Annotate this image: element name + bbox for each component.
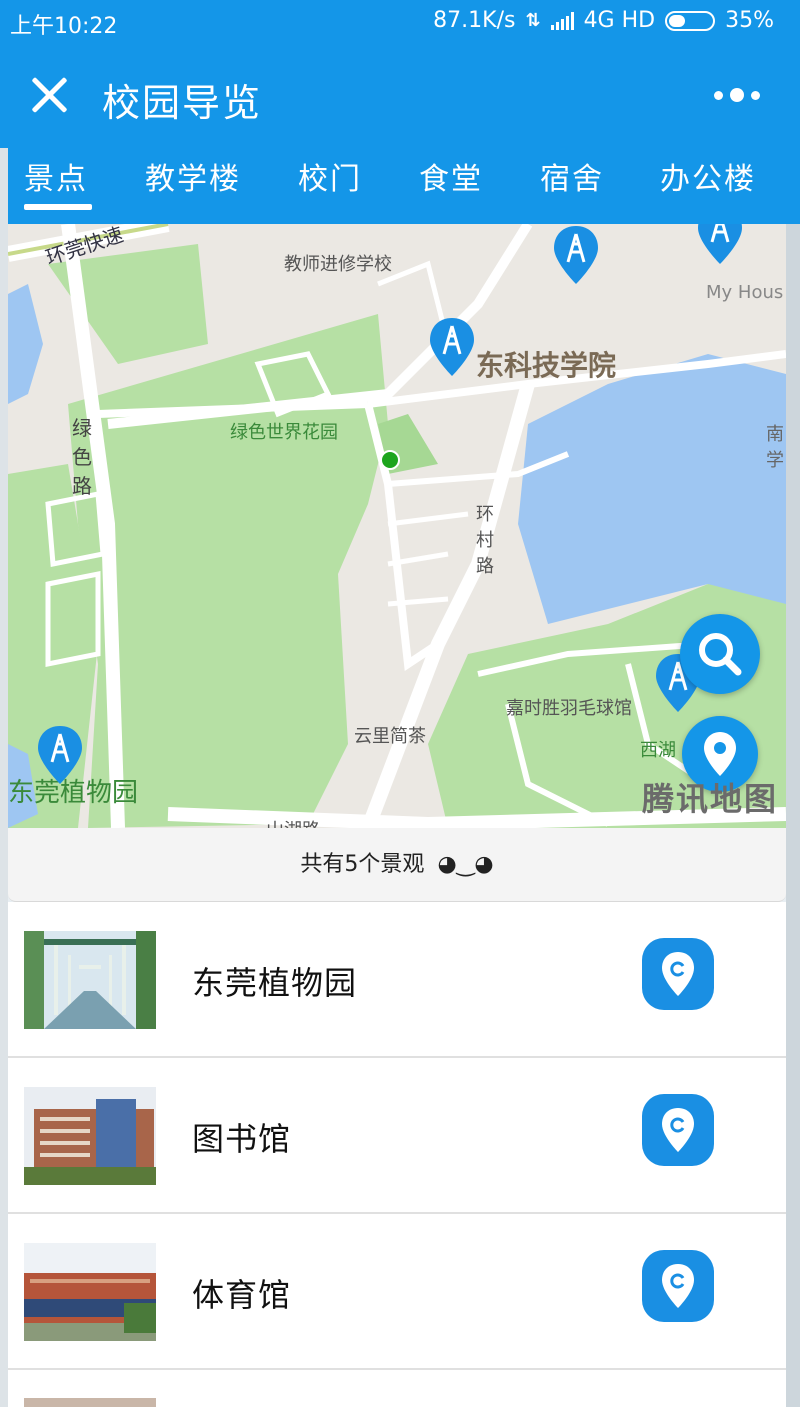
network-type: 4G HD [583,8,656,33]
navigate-button[interactable] [642,1094,714,1166]
more-options-button[interactable] [714,88,760,102]
tabs-edge [786,148,800,224]
navigation-bar: 校园导览 [0,44,800,148]
map-label-badminton: 嘉时胜羽毛球馆 [506,698,632,719]
map-label-house: My Hous [706,282,784,303]
list-item[interactable]: 图书馆 [8,1058,786,1214]
spot-list: 东莞植物园 图书馆 体育馆 [8,902,786,1407]
tab-teaching-building[interactable]: 教学楼 [145,154,241,198]
search-button[interactable] [680,614,760,694]
page-title: 校园导览 [102,81,263,125]
navigate-pin-icon [662,1264,694,1308]
network-speed: 87.1K/s [433,8,516,33]
data-transfer-icon: ⇅ [525,10,541,31]
spot-thumbnail [24,1398,156,1407]
status-bar: 上午10:22 87.1K/s ⇅ 4G HD 35% [0,0,800,44]
campus-map[interactable]: 环莞快速 教师进修学校 My Hous 东科技学院 绿色世界花园 绿色路 环村路… [8,224,786,828]
spot-name: 东莞植物园 [192,964,358,1002]
navigate-button[interactable] [642,938,714,1010]
spot-name: 图书馆 [192,1120,292,1158]
map-label-school: 教师进修学校 [284,254,392,275]
search-icon [699,633,742,676]
right-edge [786,224,800,1407]
left-edge [0,148,8,1407]
battery-level: 35% [725,8,774,33]
close-icon[interactable] [26,72,72,118]
list-item[interactable]: 体育馆 [8,1214,786,1370]
category-tabs: 景点 教学楼 校门 食堂 宿舍 办公楼 [8,148,786,224]
spot-thumbnail [24,931,156,1029]
spot-count-summary: 共有5个景观 ◕‿◕ [8,828,786,902]
spot-name: 体育馆 [192,1276,292,1314]
map-label-road-huancun: 环村路 [476,504,494,577]
tab-gate[interactable]: 校门 [298,154,362,198]
map-label-road-green: 绿色路 [72,416,92,498]
map-label-south: 南学 [766,424,784,471]
tower-pin-icon[interactable] [552,224,600,286]
map-watermark: 腾讯地图 [641,780,778,818]
tab-canteen[interactable]: 食堂 [419,154,483,198]
map-label-teahouse: 云里简茶 [354,726,426,747]
status-time: 上午10:22 [10,14,118,39]
spot-thumbnail [24,1243,156,1341]
signal-icon [550,11,574,30]
summary-face: ◕‿◕ [437,852,494,877]
status-right: 87.1K/s ⇅ 4G HD 35% [433,8,774,33]
tower-pin-icon[interactable] [36,724,84,786]
tab-dormitory[interactable]: 宿舍 [540,154,604,198]
tower-pin-icon[interactable] [696,224,744,266]
list-item[interactable] [8,1370,786,1407]
tab-scenic[interactable]: 景点 [24,154,92,210]
tower-pin-icon[interactable] [428,316,476,378]
summary-text: 共有5个景观 [300,852,425,877]
spot-thumbnail [24,1087,156,1185]
map-label-xihu: 西湖 [640,740,676,761]
battery-icon [665,10,716,31]
navigate-pin-icon [662,952,694,996]
current-location-dot [380,450,400,470]
map-label-shanhu: 山湖路 [266,816,320,828]
list-item[interactable]: 东莞植物园 [8,902,786,1058]
tab-office[interactable]: 办公楼 [660,154,756,198]
navigate-pin-icon [662,1108,694,1152]
navigate-button[interactable] [642,1250,714,1322]
map-label-college: 东科技学院 [476,349,617,382]
map-label-garden: 绿色世界花园 [230,422,338,443]
